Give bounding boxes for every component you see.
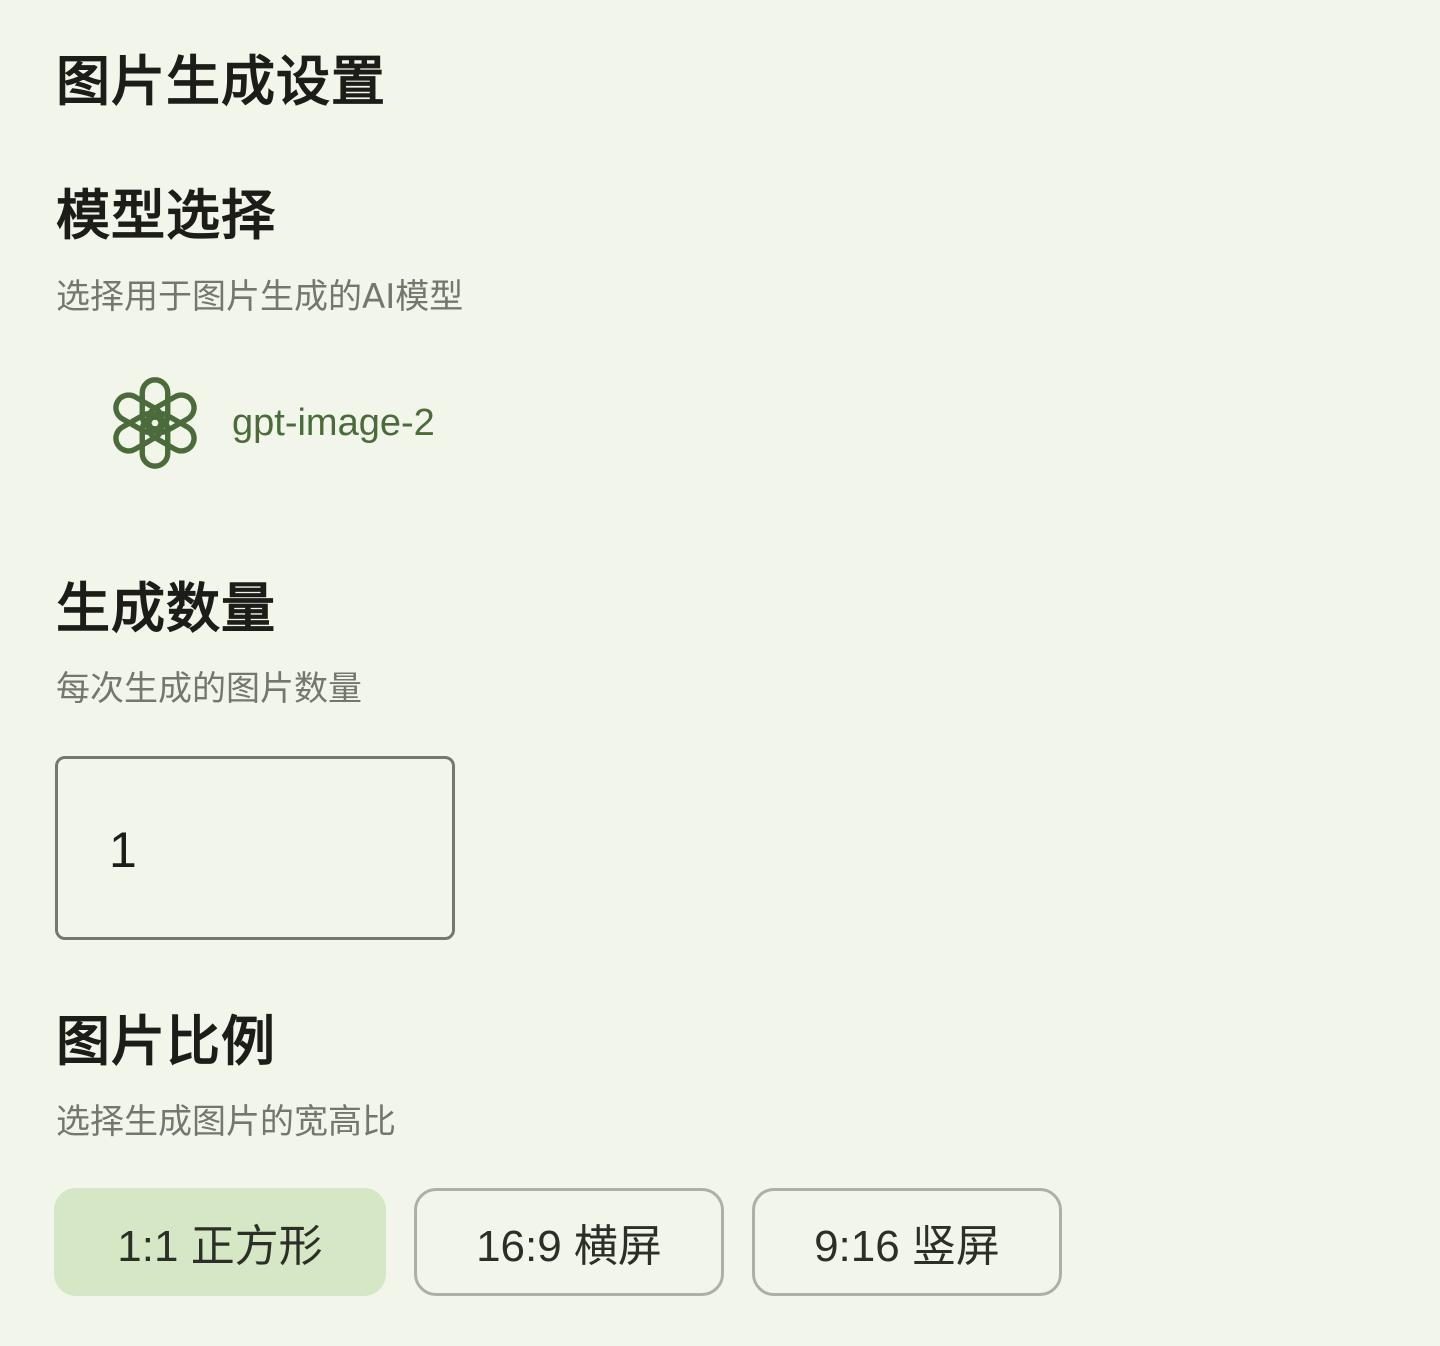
count-section-title: 生成数量: [56, 577, 276, 640]
count-section-description: 每次生成的图片数量: [56, 669, 362, 709]
ratio-option-16-9-button[interactable]: 16:9 横屏: [414, 1188, 724, 1296]
model-section-description: 选择用于图片生成的AI模型: [56, 277, 464, 317]
ratio-section-description: 选择生成图片的宽高比: [56, 1102, 396, 1142]
ratio-option-9-16-button[interactable]: 9:16 竖屏: [752, 1188, 1062, 1296]
ratio-section-title: 图片比例: [56, 1010, 276, 1073]
ratio-option-1-1-button[interactable]: 1:1 正方形: [54, 1188, 386, 1296]
count-input[interactable]: [109, 817, 409, 883]
page-title: 图片生成设置: [56, 50, 386, 113]
aspect-ratio-selector: 1:1 正方形 16:9 横屏 9:16 竖屏: [54, 1188, 1090, 1296]
model-section-title: 模型选择: [56, 184, 276, 247]
model-name: gpt-image-2: [232, 401, 435, 444]
openai-logo-icon: [106, 374, 204, 472]
count-field[interactable]: [55, 756, 455, 940]
model-option-gpt-image-2[interactable]: gpt-image-2: [106, 372, 435, 474]
